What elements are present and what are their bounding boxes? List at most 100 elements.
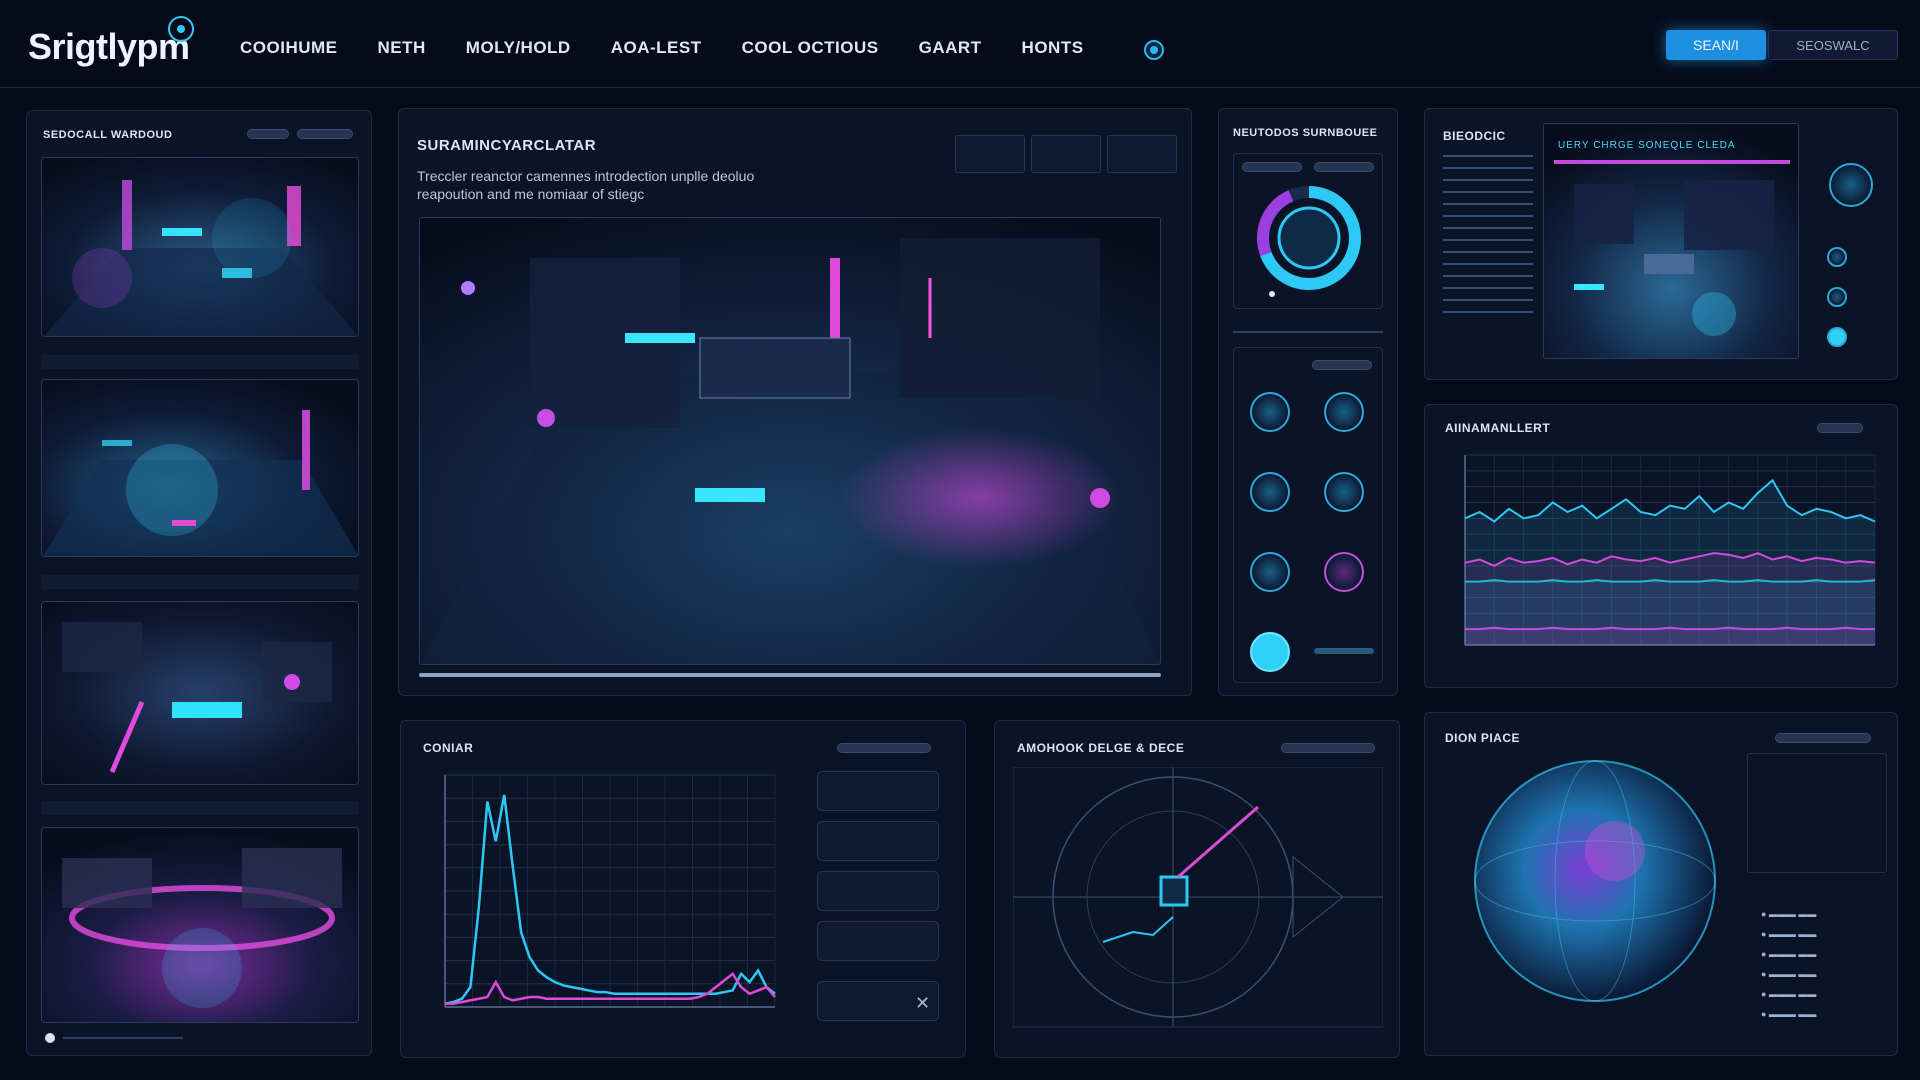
right-top-side-controls	[1819, 123, 1885, 359]
right-top-panel-title: BIEODCIC	[1443, 129, 1506, 143]
globe-sphere-icon	[1474, 760, 1716, 1002]
thumbnail-4-scene	[42, 828, 358, 1022]
side-gauge-icon[interactable]	[1829, 163, 1873, 207]
nav-item-5[interactable]: COOL OCTIOUS	[742, 38, 879, 58]
filter-tabs	[955, 135, 1177, 173]
right-top-banner: UERY CHRGE SONEQLE CLEDA	[1558, 140, 1736, 151]
right-top-preview-scene	[1544, 124, 1798, 358]
sphere-panel-pill[interactable]	[1775, 733, 1871, 743]
control-target-icon[interactable]	[1324, 392, 1364, 432]
left-panel: SEDOCALL WARDOUD	[26, 110, 372, 1056]
legend-row-1[interactable]: ● ▬▬▬ ▬▬	[1761, 909, 1816, 919]
left-panel-pill-1[interactable]	[247, 129, 289, 139]
summary-pill-1[interactable]	[1242, 162, 1302, 172]
thumbnail-1-caption-bar	[41, 355, 359, 369]
nav-item-2[interactable]: NETH	[378, 38, 426, 58]
thumbnail-2[interactable]	[41, 379, 359, 557]
summary-donut-icon	[1257, 186, 1361, 297]
thumbnail-3-caption-bar	[41, 801, 359, 815]
control-globe-icon[interactable]	[1250, 472, 1290, 512]
filter-tab-3[interactable]	[1107, 135, 1177, 173]
primary-action-button[interactable]: SEAN/I	[1666, 30, 1766, 60]
control-person-icon[interactable]	[1250, 552, 1290, 592]
chart-panel-title: AIINAMANLLERT	[1445, 421, 1551, 435]
logo-mark-icon	[168, 16, 194, 42]
series-4-area	[1465, 627, 1875, 645]
nav-item-4[interactable]: AOA-LEST	[611, 38, 702, 58]
main-nav: COOIHUME NETH MOLY/HOLD AOA-LEST COOL OC…	[240, 38, 1084, 58]
legend-row-5[interactable]: ● ▬▬▬ ▬▬	[1761, 989, 1816, 999]
thumbnail-1-scene	[42, 158, 358, 336]
sphere-legend-bottom: ● ▬▬▬ ▬▬ ● ▬▬▬ ▬▬ ● ▬▬▬ ▬▬ ● ▬▬▬ ▬▬ ● ▬▬…	[1747, 889, 1887, 1039]
control-pause-icon[interactable]	[1250, 632, 1290, 672]
conbar-panel: CONIAR ✕	[400, 720, 966, 1058]
waveform-button-2[interactable]	[817, 821, 939, 861]
side-clock-icon[interactable]	[1827, 247, 1847, 267]
sphere-panel: DION PIACE ● ▬▬▬ ▬▬ ● ▬▬▬ ▬▬ ● ▬▬▬ ▬▬ ● …	[1424, 712, 1898, 1056]
left-panel-title: SEDOCALL WARDOUD	[43, 129, 173, 141]
right-top-info-text	[1443, 155, 1533, 315]
summary-panel-title: NEUTODOS SURNBOUEE	[1233, 127, 1378, 139]
thumbnail-4[interactable]	[41, 827, 359, 1023]
legend-row-4[interactable]: ● ▬▬▬ ▬▬	[1761, 969, 1816, 979]
spectrum-chart	[444, 774, 776, 1008]
waveform-button-3[interactable]	[817, 871, 939, 911]
playback-progress[interactable]	[63, 1037, 183, 1039]
control-drone-icon[interactable]	[1324, 552, 1364, 592]
description-line-1: Treccler reanctor camennes introdection …	[417, 168, 755, 184]
timeline-scrubber[interactable]	[419, 673, 1161, 677]
conbar-panel-title: CONIAR	[423, 741, 474, 755]
radar-panel-pill[interactable]	[1281, 743, 1375, 753]
app-logo[interactable]: Srigtlypm	[28, 26, 190, 68]
side-gear-icon[interactable]	[1827, 287, 1847, 307]
nav-item-7[interactable]: HONTS	[1022, 38, 1084, 58]
filter-tab-1[interactable]	[955, 135, 1025, 173]
control-robot-icon[interactable]	[1250, 392, 1290, 432]
main-scene-render	[420, 218, 1160, 664]
summary-pill-2[interactable]	[1314, 162, 1374, 172]
chart-panel: AIINAMANLLERT	[1424, 404, 1898, 688]
radar-panel: AMOHOOK DELGE & DECE	[994, 720, 1400, 1058]
play-indicator-icon[interactable]	[45, 1033, 55, 1043]
waveform-button-list: ✕	[817, 771, 947, 1051]
area-line-chart	[1464, 454, 1876, 646]
thumbnail-3[interactable]	[41, 601, 359, 785]
close-icon[interactable]: ✕	[915, 993, 930, 1014]
control-sync-icon[interactable]	[1324, 472, 1364, 512]
left-panel-pill-2[interactable]	[297, 129, 353, 139]
control-slider[interactable]	[1314, 648, 1374, 654]
main-view-title: SURAMINCYARCLATAR	[417, 137, 597, 154]
description-line-2: reapoution and me nomiaar of stiegc	[417, 186, 645, 202]
filter-tab-2[interactable]	[1031, 135, 1101, 173]
sphere-legend-top	[1747, 753, 1887, 873]
secondary-action-button[interactable]: SEOSWALC	[1768, 30, 1898, 60]
legend-row-3[interactable]: ● ▬▬▬ ▬▬	[1761, 949, 1816, 959]
summary-controls-card	[1233, 347, 1383, 683]
right-top-panel: BIEODCIC UERY CHRGE SONEQLE CLEDA	[1424, 108, 1898, 380]
summary-donut-card	[1233, 153, 1383, 309]
chart-panel-pill[interactable]	[1817, 423, 1863, 433]
nav-item-6[interactable]: GAART	[919, 38, 982, 58]
side-status-icon[interactable]	[1827, 327, 1847, 347]
legend-row-6[interactable]: ● ▬▬▬ ▬▬	[1761, 1009, 1816, 1019]
nav-item-3[interactable]: MOLY/HOLD	[466, 38, 571, 58]
top-bar: Srigtlypm COOIHUME NETH MOLY/HOLD AOA-LE…	[0, 0, 1920, 88]
waveform-button-4[interactable]	[817, 921, 939, 961]
legend-row-2[interactable]: ● ▬▬▬ ▬▬	[1761, 929, 1816, 939]
summary-divider	[1233, 331, 1383, 333]
thumbnail-3-scene	[42, 602, 358, 784]
sphere-panel-title: DION PIACE	[1445, 731, 1521, 745]
nav-item-1[interactable]: COOIHUME	[240, 38, 338, 58]
main-scene-viewport[interactable]	[419, 217, 1161, 665]
waveform-button-1[interactable]	[817, 771, 939, 811]
status-dot-icon[interactable]	[1144, 40, 1164, 60]
thumbnail-1[interactable]	[41, 157, 359, 337]
controls-pill[interactable]	[1312, 360, 1372, 370]
main-view-panel: SURAMINCYARCLATAR Treccler reanctor came…	[398, 108, 1192, 696]
summary-panel: NEUTODOS SURNBOUEE	[1218, 108, 1398, 696]
right-top-preview[interactable]: UERY CHRGE SONEQLE CLEDA	[1543, 123, 1799, 359]
thumbnail-2-scene	[42, 380, 358, 556]
conbar-panel-pill[interactable]	[837, 743, 931, 753]
main-view-description: Treccler reanctor camennes introdection …	[417, 167, 777, 203]
timeline-scrubber-fill	[419, 673, 1161, 677]
